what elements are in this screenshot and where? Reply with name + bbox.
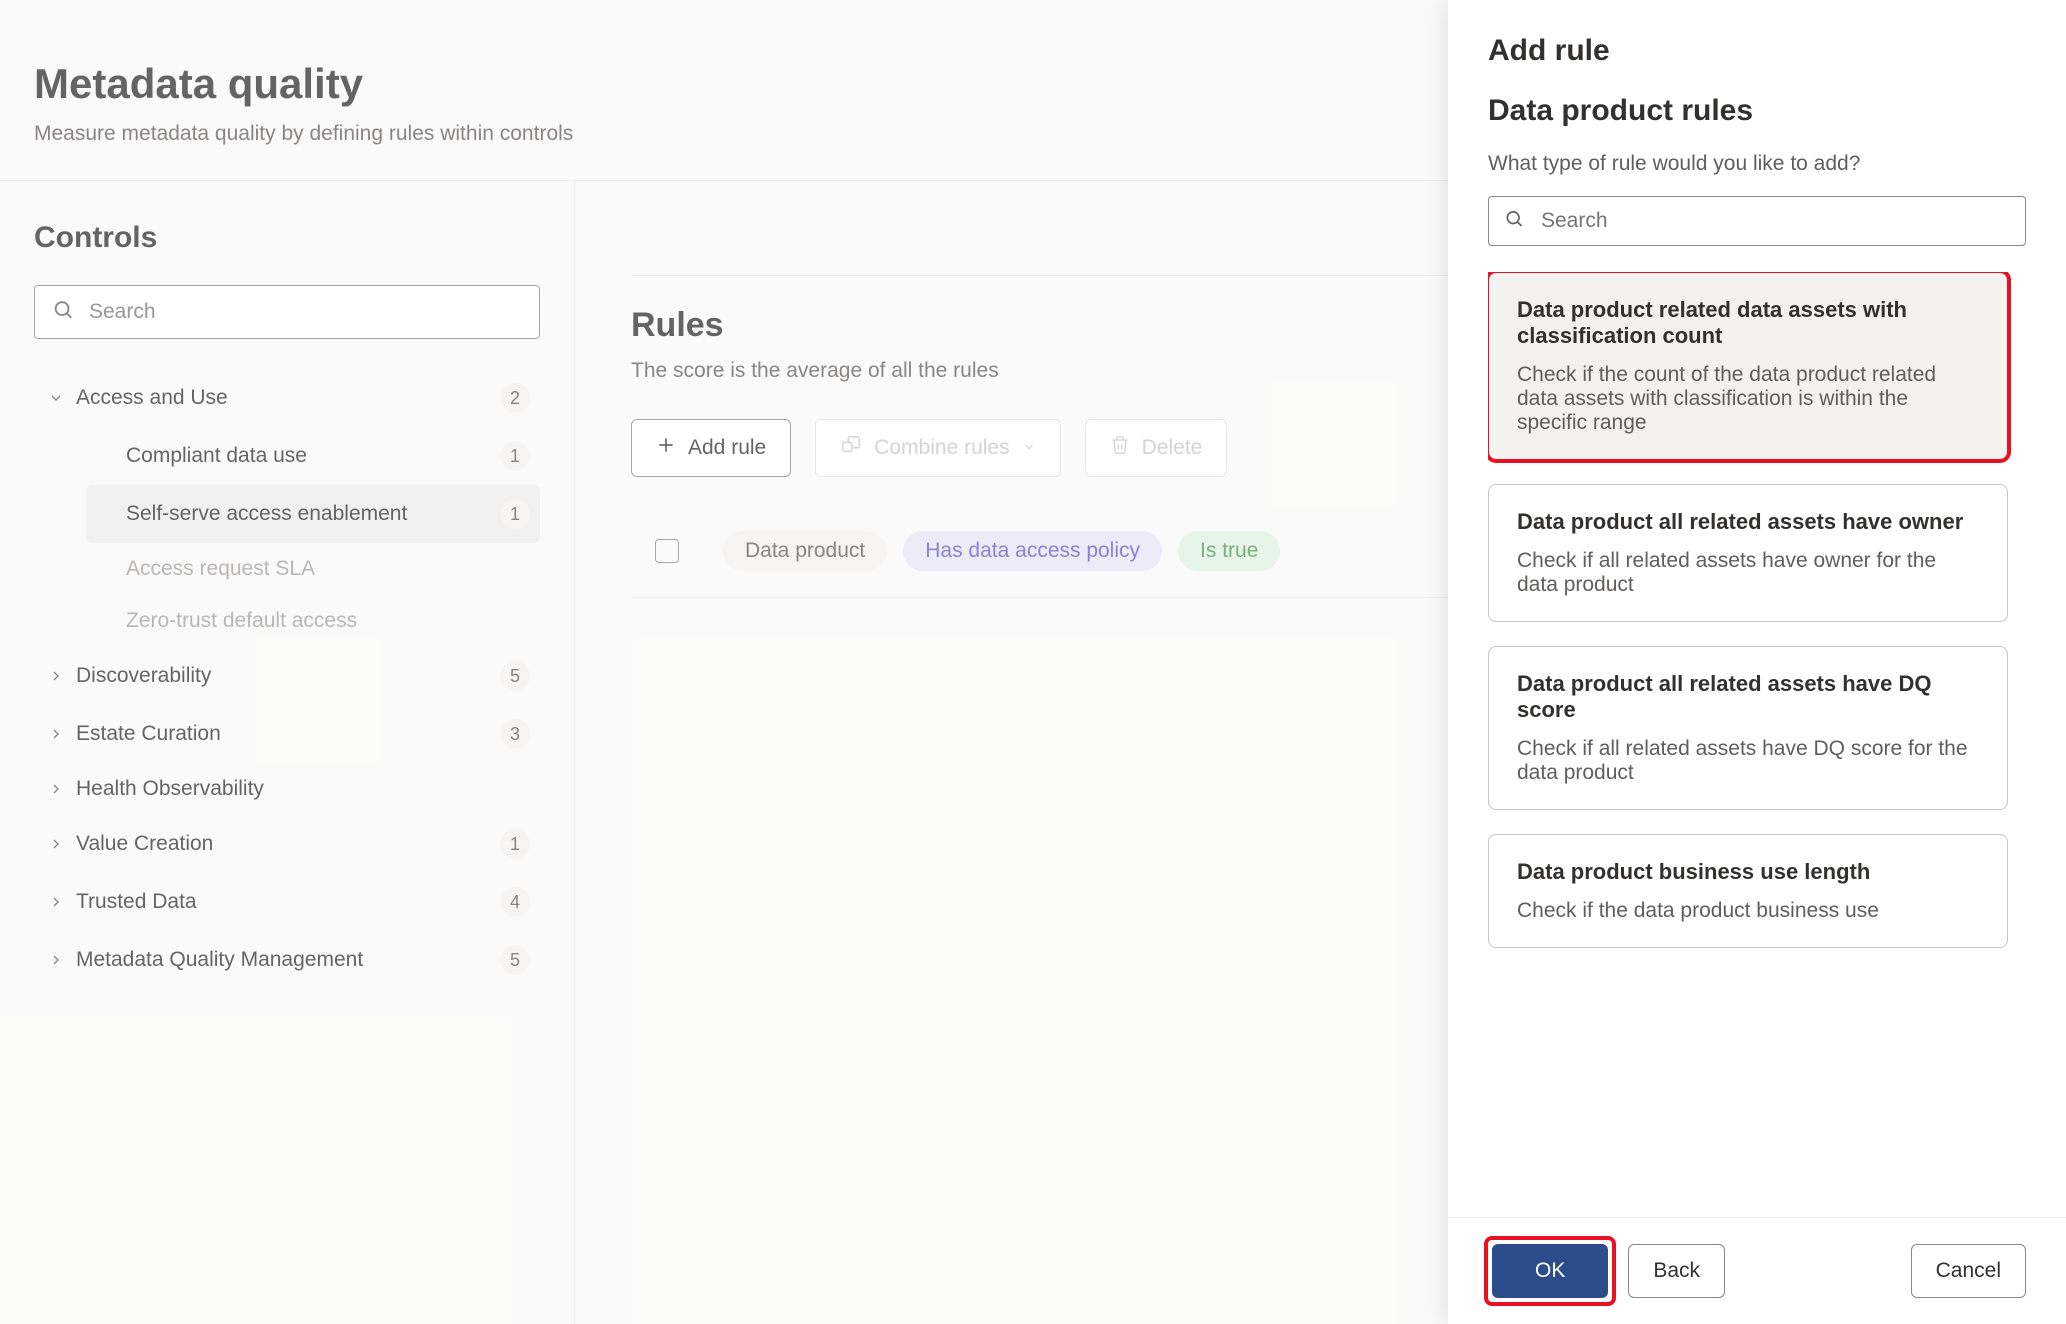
- delete-label: Delete: [1142, 436, 1203, 460]
- panel-question: What type of rule would you like to add?: [1488, 152, 2026, 176]
- chevron-right-icon: [44, 894, 68, 910]
- sidebar-group-label: Estate Curation: [76, 722, 500, 746]
- plus-icon: [656, 435, 676, 461]
- controls-sidebar: Controls Access and Use2Compliant data u…: [0, 181, 575, 1324]
- panel-footer: OK Back Cancel: [1448, 1217, 2066, 1324]
- chevron-right-icon: [44, 726, 68, 742]
- rule-type-desc: Check if all related assets have owner f…: [1517, 549, 1979, 597]
- chevron-down-icon: [1022, 436, 1036, 460]
- controls-search-input[interactable]: [34, 285, 540, 339]
- add-rule-label: Add rule: [688, 436, 766, 460]
- add-rule-button[interactable]: Add rule: [631, 419, 791, 477]
- rule-checkbox[interactable]: [655, 539, 679, 563]
- sidebar-group-label: Access and Use: [76, 386, 500, 410]
- controls-search[interactable]: [34, 285, 540, 339]
- sidebar-group[interactable]: Health Observability: [34, 763, 540, 815]
- panel-section-title: Data product rules: [1488, 94, 2026, 128]
- delete-button: Delete: [1085, 419, 1228, 477]
- chevron-right-icon: [44, 836, 68, 852]
- sidebar-item: Access request SLA: [86, 543, 540, 595]
- rule-pill-entity: Data product: [723, 531, 887, 571]
- count-badge: 3: [500, 719, 530, 749]
- sidebar-item-label: Access request SLA: [126, 557, 530, 581]
- rule-type-desc: Check if the data product business use: [1517, 899, 1979, 923]
- rule-type-card[interactable]: Data product business use length Check if…: [1488, 834, 2008, 948]
- sidebar-group-label: Value Creation: [76, 832, 500, 856]
- panel-search[interactable]: [1488, 196, 2026, 246]
- rule-type-card[interactable]: Data product all related assets have DQ …: [1488, 646, 2008, 810]
- sidebar-item-label: Self-serve access enablement: [126, 502, 500, 526]
- sidebar-item[interactable]: Self-serve access enablement1: [86, 485, 540, 543]
- rule-type-title: Data product all related assets have DQ …: [1517, 671, 1979, 723]
- count-badge: 2: [500, 383, 530, 413]
- chevron-right-icon: [44, 781, 68, 797]
- ok-button[interactable]: OK: [1492, 1244, 1608, 1298]
- sidebar-group[interactable]: Metadata Quality Management5: [34, 931, 540, 989]
- sidebar-group[interactable]: Discoverability5: [34, 647, 540, 705]
- count-badge: 1: [500, 829, 530, 859]
- combine-rules-label: Combine rules: [874, 436, 1009, 460]
- sidebar-item-label: Zero-trust default access: [126, 609, 530, 633]
- rule-type-desc: Check if the count of the data product r…: [1517, 363, 1979, 435]
- rule-type-card[interactable]: Data product all related assets have own…: [1488, 484, 2008, 622]
- chevron-right-icon: [44, 668, 68, 684]
- combine-rules-button: Combine rules: [815, 419, 1060, 477]
- ok-label: OK: [1535, 1259, 1565, 1282]
- sidebar-item: Zero-trust default access: [86, 595, 540, 647]
- rule-pill-condition: Has data access policy: [903, 531, 1162, 571]
- sidebar-item-label: Compliant data use: [126, 444, 500, 468]
- search-icon: [52, 299, 74, 326]
- rule-type-title: Data product related data assets with cl…: [1517, 297, 1979, 349]
- chevron-right-icon: [44, 952, 68, 968]
- sidebar-group[interactable]: Trusted Data4: [34, 873, 540, 931]
- rule-type-title: Data product all related assets have own…: [1517, 509, 1979, 535]
- ok-button-highlight: OK: [1488, 1240, 1612, 1302]
- sidebar-group[interactable]: Access and Use2: [34, 369, 540, 427]
- chevron-down-icon: [44, 390, 68, 406]
- cancel-button[interactable]: Cancel: [1911, 1244, 2026, 1298]
- sidebar-group-label: Health Observability: [76, 777, 530, 801]
- sidebar-group-label: Metadata Quality Management: [76, 948, 500, 972]
- controls-heading: Controls: [34, 221, 540, 255]
- rule-type-card[interactable]: Data product related data assets with cl…: [1488, 272, 2008, 460]
- search-icon: [1504, 209, 1524, 234]
- sidebar-group-label: Discoverability: [76, 664, 500, 688]
- panel-search-input[interactable]: [1488, 196, 2026, 246]
- panel-title: Add rule: [1488, 34, 2026, 68]
- rule-type-desc: Check if all related assets have DQ scor…: [1517, 737, 1979, 785]
- sidebar-group-label: Trusted Data: [76, 890, 500, 914]
- count-badge: 5: [500, 945, 530, 975]
- count-badge: 1: [500, 441, 530, 471]
- sidebar-group[interactable]: Estate Curation3: [34, 705, 540, 763]
- count-badge: 1: [500, 499, 530, 529]
- back-label: Back: [1653, 1259, 1700, 1283]
- rule-type-title: Data product business use length: [1517, 859, 1979, 885]
- rule-pill-value: Is true: [1178, 531, 1280, 571]
- sidebar-group[interactable]: Value Creation1: [34, 815, 540, 873]
- back-button[interactable]: Back: [1628, 1244, 1725, 1298]
- cancel-label: Cancel: [1936, 1259, 2001, 1283]
- count-badge: 5: [500, 661, 530, 691]
- sidebar-item[interactable]: Compliant data use1: [86, 427, 540, 485]
- trash-icon: [1110, 435, 1130, 461]
- count-badge: 4: [500, 887, 530, 917]
- combine-icon: [840, 434, 862, 462]
- add-rule-panel: Add rule Data product rules What type of…: [1448, 0, 2066, 1324]
